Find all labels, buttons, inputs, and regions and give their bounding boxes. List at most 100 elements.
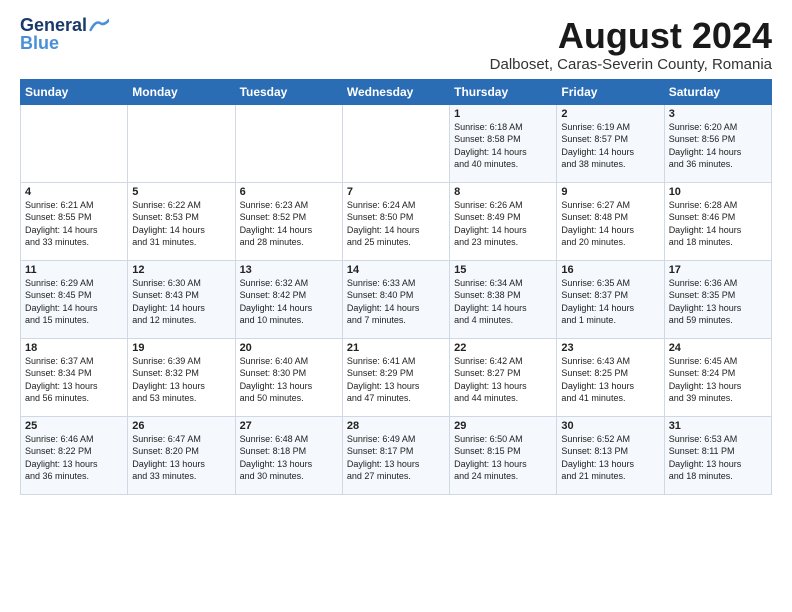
calendar-cell: 24 Sunrise: 6:45 AM Sunset: 8:24 PM Dayli… (664, 338, 771, 416)
day-info: Sunrise: 6:40 AM Sunset: 8:30 PM Dayligh… (240, 356, 313, 404)
day-info: Sunrise: 6:19 AM Sunset: 8:57 PM Dayligh… (561, 122, 634, 170)
calendar-cell: 13 Sunrise: 6:32 AM Sunset: 8:42 PM Dayli… (235, 260, 342, 338)
day-info: Sunrise: 6:50 AM Sunset: 8:15 PM Dayligh… (454, 434, 527, 482)
day-number: 18 (25, 342, 123, 354)
day-info: Sunrise: 6:45 AM Sunset: 8:24 PM Dayligh… (669, 356, 742, 404)
day-info: Sunrise: 6:48 AM Sunset: 8:18 PM Dayligh… (240, 434, 313, 482)
day-number: 23 (561, 342, 659, 354)
day-number: 30 (561, 420, 659, 432)
calendar-cell: 10 Sunrise: 6:28 AM Sunset: 8:46 PM Dayli… (664, 182, 771, 260)
calendar-cell: 23Sunrise: 6:43 AM Sunset: 8:25 PM Dayli… (557, 338, 664, 416)
calendar-cell: 15Sunrise: 6:34 AM Sunset: 8:38 PM Dayli… (450, 260, 557, 338)
day-info: Sunrise: 6:24 AM Sunset: 8:50 PM Dayligh… (347, 200, 420, 248)
day-number: 4 (25, 186, 123, 198)
day-info: Sunrise: 6:26 AM Sunset: 8:49 PM Dayligh… (454, 200, 527, 248)
logo: General Blue (20, 16, 109, 52)
week-row-1: 1 Sunrise: 6:18 AM Sunset: 8:58 PM Daylig… (21, 104, 772, 182)
calendar-cell: 16Sunrise: 6:35 AM Sunset: 8:37 PM Dayli… (557, 260, 664, 338)
calendar-cell: 18 Sunrise: 6:37 AM Sunset: 8:34 PM Dayli… (21, 338, 128, 416)
day-info: Sunrise: 6:36 AM Sunset: 8:35 PM Dayligh… (669, 278, 742, 326)
logo-bird-icon (89, 18, 109, 32)
logo-blue: Blue (20, 34, 59, 52)
day-info: Sunrise: 6:29 AM Sunset: 8:45 PM Dayligh… (25, 278, 98, 326)
calendar-cell: 29 Sunrise: 6:50 AM Sunset: 8:15 PM Dayli… (450, 416, 557, 494)
calendar-cell (128, 104, 235, 182)
day-number: 10 (669, 186, 767, 198)
day-info: Sunrise: 6:49 AM Sunset: 8:17 PM Dayligh… (347, 434, 420, 482)
day-info: Sunrise: 6:32 AM Sunset: 8:42 PM Dayligh… (240, 278, 313, 326)
calendar-cell: 3 Sunrise: 6:20 AM Sunset: 8:56 PM Daylig… (664, 104, 771, 182)
day-number: 31 (669, 420, 767, 432)
day-info: Sunrise: 6:52 AM Sunset: 8:13 PM Dayligh… (561, 434, 634, 482)
day-number: 6 (240, 186, 338, 198)
calendar-cell: 27Sunrise: 6:48 AM Sunset: 8:18 PM Dayli… (235, 416, 342, 494)
header-thursday: Thursday (450, 79, 557, 104)
day-number: 13 (240, 264, 338, 276)
day-number: 9 (561, 186, 659, 198)
day-number: 20 (240, 342, 338, 354)
day-info: Sunrise: 6:39 AM Sunset: 8:32 PM Dayligh… (132, 356, 205, 404)
day-info: Sunrise: 6:35 AM Sunset: 8:37 PM Dayligh… (561, 278, 634, 326)
calendar-cell: 1 Sunrise: 6:18 AM Sunset: 8:58 PM Daylig… (450, 104, 557, 182)
day-number: 2 (561, 108, 659, 120)
day-info: Sunrise: 6:42 AM Sunset: 8:27 PM Dayligh… (454, 356, 527, 404)
day-info: Sunrise: 6:28 AM Sunset: 8:46 PM Dayligh… (669, 200, 742, 248)
calendar-cell: 17 Sunrise: 6:36 AM Sunset: 8:35 PM Dayli… (664, 260, 771, 338)
header-saturday: Saturday (664, 79, 771, 104)
calendar-cell: 19 Sunrise: 6:39 AM Sunset: 8:32 PM Dayli… (128, 338, 235, 416)
calendar-cell: 8 Sunrise: 6:26 AM Sunset: 8:49 PM Daylig… (450, 182, 557, 260)
calendar-cell: 6 Sunrise: 6:23 AM Sunset: 8:52 PM Daylig… (235, 182, 342, 260)
day-number: 29 (454, 420, 552, 432)
day-info: Sunrise: 6:41 AM Sunset: 8:29 PM Dayligh… (347, 356, 420, 404)
day-info: Sunrise: 6:22 AM Sunset: 8:53 PM Dayligh… (132, 200, 205, 248)
calendar-cell: 30 Sunrise: 6:52 AM Sunset: 8:13 PM Dayli… (557, 416, 664, 494)
calendar-cell (342, 104, 449, 182)
title-area: August 2024 Dalboset, Caras-Severin Coun… (490, 16, 772, 73)
header-wednesday: Wednesday (342, 79, 449, 104)
calendar-cell: 12Sunrise: 6:30 AM Sunset: 8:43 PM Dayli… (128, 260, 235, 338)
day-number: 17 (669, 264, 767, 276)
day-info: Sunrise: 6:53 AM Sunset: 8:11 PM Dayligh… (669, 434, 742, 482)
day-number: 25 (25, 420, 123, 432)
calendar-cell: 22Sunrise: 6:42 AM Sunset: 8:27 PM Dayli… (450, 338, 557, 416)
day-number: 28 (347, 420, 445, 432)
day-number: 24 (669, 342, 767, 354)
calendar-cell: 5 Sunrise: 6:22 AM Sunset: 8:53 PM Daylig… (128, 182, 235, 260)
page: General Blue August 2024 Dalboset, Caras… (0, 0, 792, 505)
day-info: Sunrise: 6:27 AM Sunset: 8:48 PM Dayligh… (561, 200, 634, 248)
day-info: Sunrise: 6:47 AM Sunset: 8:20 PM Dayligh… (132, 434, 205, 482)
calendar-cell (21, 104, 128, 182)
day-number: 21 (347, 342, 445, 354)
header-sunday: Sunday (21, 79, 128, 104)
day-number: 1 (454, 108, 552, 120)
week-row-3: 11 Sunrise: 6:29 AM Sunset: 8:45 PM Dayli… (21, 260, 772, 338)
calendar-cell: 25 Sunrise: 6:46 AM Sunset: 8:22 PM Dayli… (21, 416, 128, 494)
month-year-title: August 2024 (490, 16, 772, 56)
calendar-cell: 26 Sunrise: 6:47 AM Sunset: 8:20 PM Dayli… (128, 416, 235, 494)
day-number: 14 (347, 264, 445, 276)
calendar-cell: 14Sunrise: 6:33 AM Sunset: 8:40 PM Dayli… (342, 260, 449, 338)
calendar-table: SundayMondayTuesdayWednesdayThursdayFrid… (20, 79, 772, 495)
week-row-4: 18 Sunrise: 6:37 AM Sunset: 8:34 PM Dayli… (21, 338, 772, 416)
header-monday: Monday (128, 79, 235, 104)
header-friday: Friday (557, 79, 664, 104)
day-number: 3 (669, 108, 767, 120)
header: General Blue August 2024 Dalboset, Caras… (20, 16, 772, 73)
day-info: Sunrise: 6:23 AM Sunset: 8:52 PM Dayligh… (240, 200, 313, 248)
calendar-cell: 7Sunrise: 6:24 AM Sunset: 8:50 PM Daylig… (342, 182, 449, 260)
day-number: 19 (132, 342, 230, 354)
day-info: Sunrise: 6:20 AM Sunset: 8:56 PM Dayligh… (669, 122, 742, 170)
day-info: Sunrise: 6:34 AM Sunset: 8:38 PM Dayligh… (454, 278, 527, 326)
day-number: 26 (132, 420, 230, 432)
day-info: Sunrise: 6:46 AM Sunset: 8:22 PM Dayligh… (25, 434, 98, 482)
day-number: 11 (25, 264, 123, 276)
day-number: 5 (132, 186, 230, 198)
day-number: 12 (132, 264, 230, 276)
header-row: SundayMondayTuesdayWednesdayThursdayFrid… (21, 79, 772, 104)
calendar-cell: 28 Sunrise: 6:49 AM Sunset: 8:17 PM Dayli… (342, 416, 449, 494)
calendar-cell: 4Sunrise: 6:21 AM Sunset: 8:55 PM Daylig… (21, 182, 128, 260)
day-number: 8 (454, 186, 552, 198)
logo-general: General (20, 16, 87, 34)
day-info: Sunrise: 6:18 AM Sunset: 8:58 PM Dayligh… (454, 122, 527, 170)
day-info: Sunrise: 6:37 AM Sunset: 8:34 PM Dayligh… (25, 356, 98, 404)
